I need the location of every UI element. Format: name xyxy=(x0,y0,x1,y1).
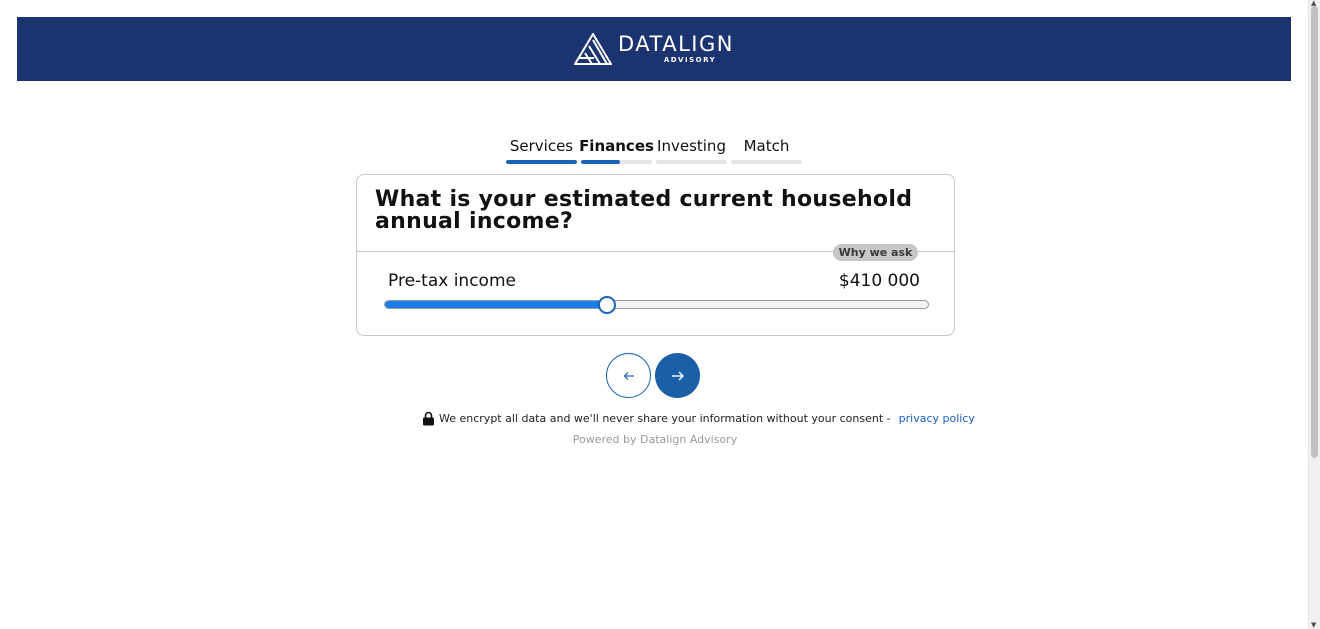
income-label: Pre-tax income xyxy=(388,271,516,291)
why-we-ask-button[interactable]: Why we ask xyxy=(833,244,918,261)
step-services: Services xyxy=(506,137,577,164)
back-button[interactable] xyxy=(606,353,651,398)
question-card: What is your estimated current household… xyxy=(356,174,955,336)
income-slider[interactable] xyxy=(384,296,929,314)
step-label: Services xyxy=(509,137,574,155)
step-label: Match xyxy=(743,137,790,155)
step-progress-bar xyxy=(656,160,727,164)
slider-thumb[interactable] xyxy=(598,296,617,314)
privacy-policy-link[interactable]: privacy policy xyxy=(899,412,975,425)
step-finances: Finances xyxy=(579,137,654,164)
arrow-right-icon xyxy=(671,371,684,380)
next-button[interactable] xyxy=(655,353,700,398)
step-label: Investing xyxy=(657,137,726,155)
scrollbar[interactable]: ▲ ▼ xyxy=(1308,0,1320,629)
brand-name: DATALIGN xyxy=(618,32,734,56)
step-label: Finances xyxy=(579,137,654,155)
powered-by: Powered by Datalign Advisory xyxy=(572,433,738,446)
lock-icon xyxy=(423,411,434,426)
site-header: DATALIGN ADVISORY xyxy=(17,17,1291,81)
brand-sub: ADVISORY xyxy=(663,56,717,64)
security-text: We encrypt all data and we'll never shar… xyxy=(439,412,891,425)
step-investing: Investing xyxy=(656,137,727,164)
question-title: What is your estimated current household… xyxy=(375,187,913,234)
security-notice: We encrypt all data and we'll never shar… xyxy=(422,411,975,426)
income-value: $410 000 xyxy=(838,271,920,291)
navigation-buttons xyxy=(606,353,700,398)
slider-fill xyxy=(385,301,608,308)
step-progress-bar xyxy=(581,160,652,164)
arrow-left-icon xyxy=(623,371,634,380)
step-match: Match xyxy=(731,137,802,164)
datalign-mark-icon xyxy=(574,33,612,65)
step-progress-bar xyxy=(506,160,577,164)
scroll-thumb[interactable] xyxy=(1311,6,1318,458)
datalign-logo[interactable]: DATALIGN ADVISORY xyxy=(574,33,734,65)
step-progress-bar xyxy=(731,160,802,164)
progress-steps: Services Finances Investing Match xyxy=(506,137,802,164)
scroll-down-icon[interactable]: ▼ xyxy=(1311,621,1316,629)
